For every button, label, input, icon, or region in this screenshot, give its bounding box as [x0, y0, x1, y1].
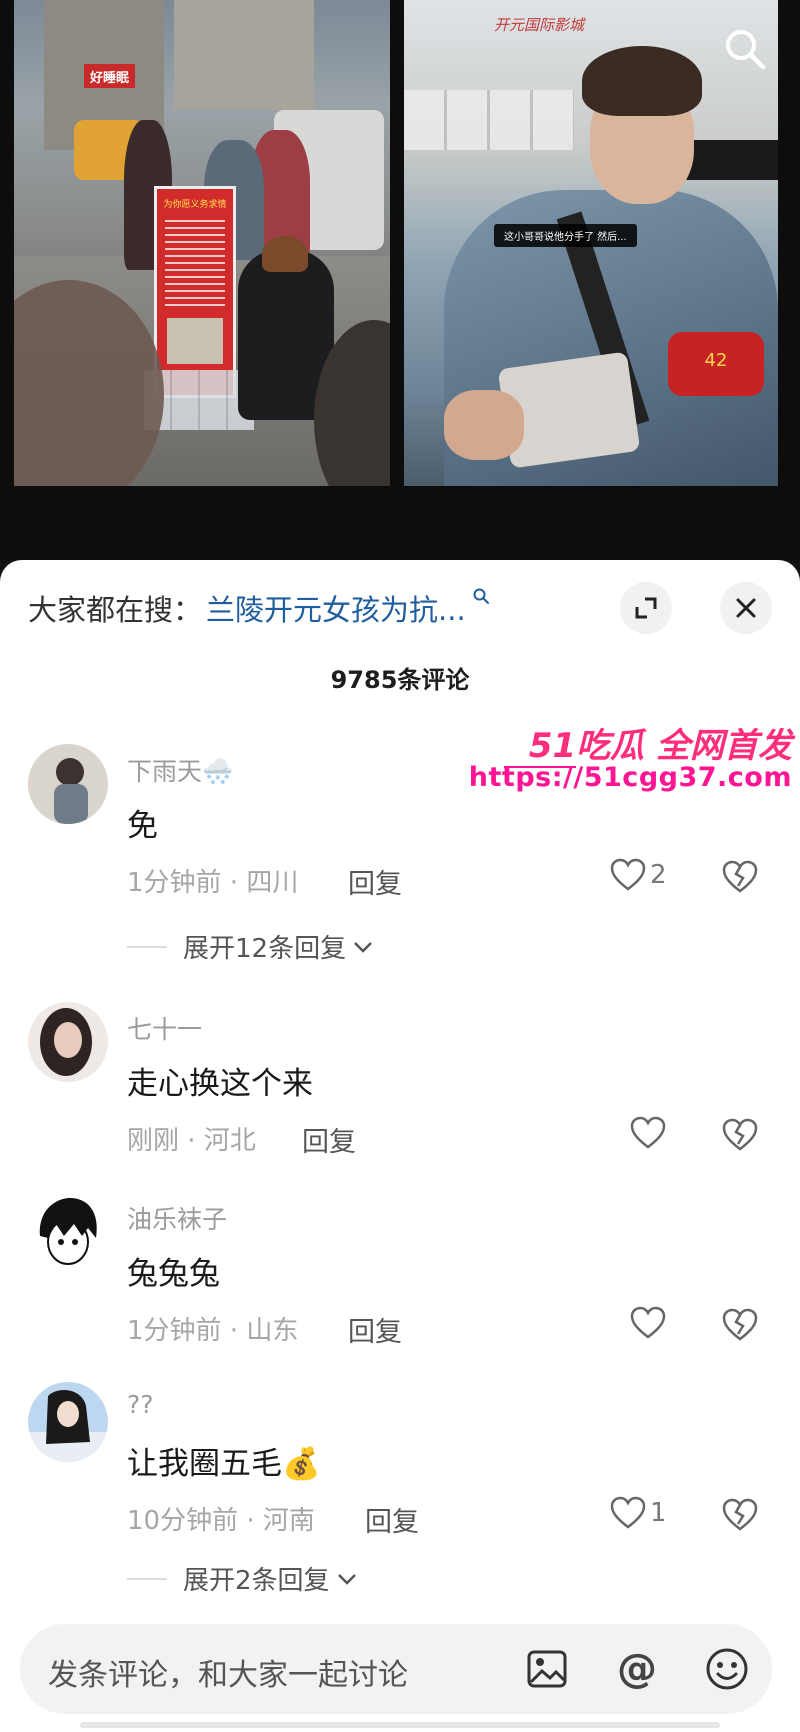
comment-location: 四川 — [246, 868, 299, 898]
like-button[interactable]: 1 — [610, 1496, 667, 1530]
avatar-image — [28, 744, 108, 824]
red-armband: 42 — [668, 332, 764, 396]
comment-username[interactable]: 下雨天🌨️ — [127, 752, 233, 788]
image-icon — [527, 1650, 567, 1688]
like-count: 1 — [650, 1498, 667, 1528]
home-indicator — [80, 1722, 720, 1728]
dislike-button[interactable] — [722, 860, 758, 898]
dislike-button[interactable] — [722, 1308, 758, 1346]
avatar-image — [28, 1192, 108, 1272]
at-icon: @ — [617, 1646, 657, 1692]
expand-replies-label: 展开2条回复 — [183, 1566, 330, 1596]
dislike-button[interactable] — [722, 1498, 758, 1536]
reply-button[interactable]: 回复 — [302, 1120, 356, 1159]
search-button[interactable] — [722, 26, 768, 72]
hot-search-link[interactable]: 兰陵开元女孩为抗... — [206, 587, 466, 629]
reply-button[interactable]: 回复 — [348, 1310, 402, 1349]
chevron-down-icon — [337, 1573, 356, 1585]
comment-location: 河南 — [262, 1506, 315, 1536]
person-hair — [582, 46, 702, 116]
comment-meta: 10分钟前 · 河南 — [127, 1506, 315, 1536]
broken-heart-icon — [722, 1118, 758, 1151]
video-subtitle: 这小哥哥说他分手了 然后... — [494, 224, 637, 247]
watermark-brand: 51吃瓜 全网首发 — [528, 726, 792, 766]
expand-replies[interactable]: 展开2条回复 — [127, 1560, 358, 1597]
heart-icon — [630, 1306, 666, 1339]
heart-icon — [610, 1496, 646, 1529]
search-icon — [726, 30, 766, 70]
building — [174, 0, 314, 110]
comment-meta: 刚刚 · 河北 — [127, 1126, 256, 1156]
banner-text-lines — [165, 220, 225, 310]
comment-time: 1分钟前 — [127, 868, 222, 898]
close-icon — [736, 598, 756, 618]
divider-dash — [127, 1577, 167, 1580]
like-button[interactable] — [630, 1306, 670, 1340]
video-player[interactable]: 好睡眠 为你愿义务求情 开元国际影城 42 这小哥哥说他分手了 然后... — [0, 0, 800, 560]
reply-button[interactable]: 回复 — [348, 862, 402, 901]
comment-location: 河北 — [203, 1126, 256, 1156]
avatar[interactable] — [28, 1002, 108, 1082]
broken-heart-icon — [722, 1308, 758, 1341]
comment-meta: 1分钟前 · 山东 — [127, 1316, 299, 1346]
reply-button[interactable]: 回复 — [365, 1500, 419, 1539]
comment-text: 让我圈五毛💰 — [127, 1446, 321, 1482]
close-button[interactable] — [720, 582, 772, 634]
broken-heart-icon — [722, 860, 758, 893]
broken-heart-icon — [722, 1498, 758, 1531]
comment-text: 走心换这个来 — [127, 1066, 313, 1102]
like-count: 2 — [650, 860, 667, 890]
avatar[interactable] — [28, 1382, 108, 1462]
banner-photo — [167, 318, 223, 364]
comment-text: 免 — [127, 808, 158, 844]
shop-sign: 好睡眠 — [84, 64, 136, 88]
chevron-down-icon — [354, 941, 372, 953]
comment-meta: 1分钟前 · 四川 — [127, 868, 299, 898]
comment-time: 刚刚 — [127, 1126, 180, 1156]
avatar-image — [28, 1002, 108, 1082]
comment-username[interactable]: ?? — [127, 1390, 154, 1419]
expand-button[interactable] — [620, 582, 672, 634]
red-banner: 为你愿义务求情 — [154, 186, 236, 398]
avatar-image — [28, 1382, 108, 1462]
video-frame-left: 好睡眠 为你愿义务求情 — [14, 0, 390, 486]
comment-text: 兔兔兔 — [127, 1256, 220, 1292]
hot-search-prefix: 大家都在搜： — [28, 593, 203, 627]
comment-username[interactable]: 油乐袜子 — [127, 1200, 227, 1236]
mall-sign-text: 开元国际影城 — [494, 16, 585, 34]
avatar[interactable] — [28, 1192, 108, 1272]
comment-count: 9785条评论 — [330, 666, 470, 694]
like-button[interactable] — [630, 1116, 670, 1150]
divider-dash — [127, 945, 167, 948]
avatar[interactable] — [28, 744, 108, 824]
mention-button[interactable]: @ — [612, 1644, 662, 1694]
shelf — [404, 90, 574, 150]
hand — [444, 390, 524, 460]
hot-search-bar[interactable]: 大家都在搜： 兰陵开元女孩为抗... — [28, 586, 490, 630]
search-icon — [473, 588, 489, 604]
comment-time: 10分钟前 — [127, 1506, 239, 1536]
comment-time: 1分钟前 — [127, 1316, 222, 1346]
emoji-button[interactable] — [702, 1644, 752, 1694]
emoji-icon — [706, 1648, 748, 1690]
heart-icon — [630, 1116, 666, 1149]
heart-icon — [610, 858, 646, 891]
expand-icon — [635, 597, 657, 619]
kneeling-person-cap — [262, 236, 308, 272]
like-button[interactable]: 2 — [610, 858, 667, 892]
expand-replies-label: 展开12条回复 — [183, 934, 347, 964]
comment-location: 山东 — [246, 1316, 299, 1346]
expand-replies[interactable]: 展开12条回复 — [127, 928, 374, 965]
comment-input[interactable]: 发条评论，和大家一起讨论 — [48, 1650, 408, 1694]
comment-username[interactable]: 七十一 — [127, 1010, 202, 1046]
video-frame-right: 开元国际影城 42 这小哥哥说他分手了 然后... — [404, 0, 778, 486]
image-button[interactable] — [522, 1644, 572, 1694]
watermark: 51吃瓜 全网首发 https://51cgg37.com — [469, 718, 800, 802]
banner-title: 为你愿义务求情 — [163, 200, 227, 210]
watermark-url: https://51cgg37.com — [468, 762, 792, 793]
dislike-button[interactable] — [722, 1118, 758, 1156]
comment-composer[interactable]: 发条评论，和大家一起讨论 @ — [20, 1624, 772, 1714]
